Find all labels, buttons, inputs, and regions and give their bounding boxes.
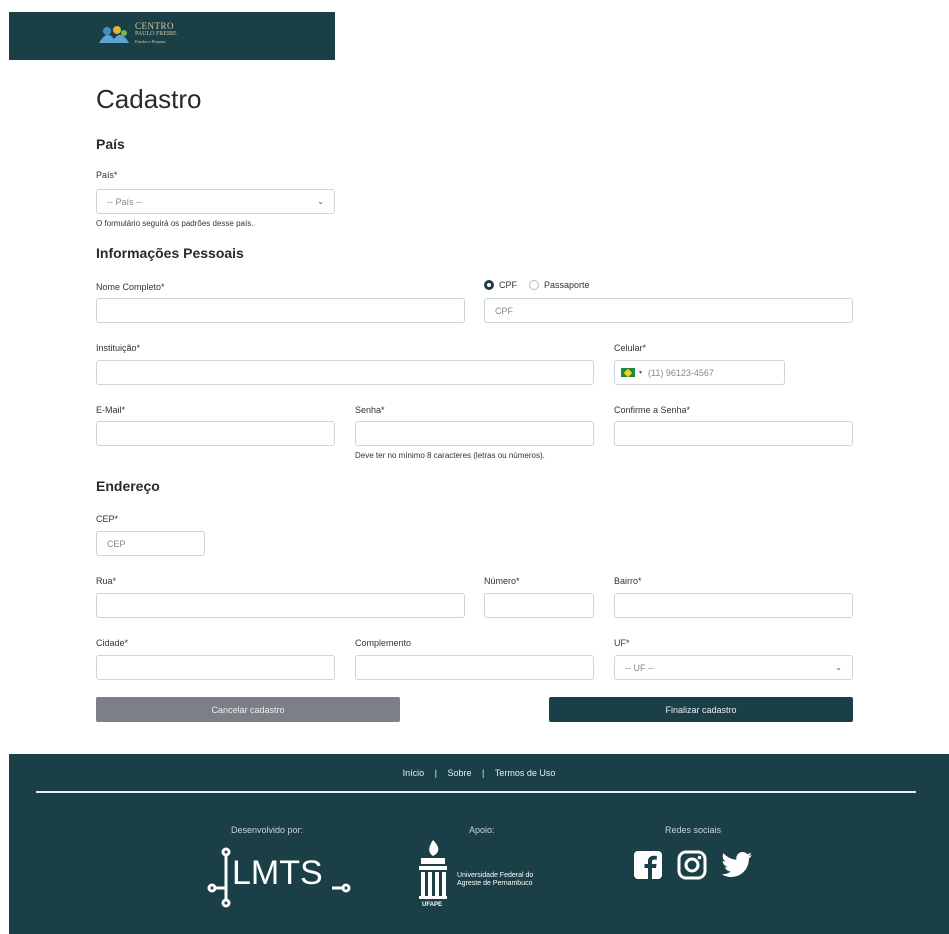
password-hint: Deve ter no mínimo 8 caracteres (letras … (355, 451, 545, 460)
street-label: Rua* (96, 576, 117, 586)
section-title-country: País (96, 136, 125, 152)
twitter-icon[interactable] (721, 851, 753, 879)
state-select-value: -- UF -- (625, 662, 654, 673)
ufape-logo[interactable]: UFAPE Universidade Federal do Agreste de… (413, 838, 553, 908)
instagram-icon[interactable] (677, 850, 707, 880)
number-label: Número* (484, 576, 520, 586)
cep-label: CEP* (96, 514, 119, 524)
footer-link-home[interactable]: Início (403, 768, 425, 778)
radio-passport[interactable] (529, 280, 539, 290)
city-label: Cidade* (96, 638, 129, 648)
page-title: Cadastro (96, 84, 202, 114)
section-title-personal: Informações Pessoais (96, 245, 244, 261)
email-input[interactable] (96, 421, 335, 446)
footer-separator: | (482, 768, 485, 778)
footer: Início | Sobre | Termos de Uso Desenvolv… (9, 754, 949, 934)
country-hint: O formulário seguirá os padrões desse pa… (96, 219, 254, 228)
district-input[interactable] (614, 593, 853, 618)
facebook-icon[interactable] (633, 850, 663, 880)
centro-paulo-freire-logo[interactable]: CENTRO PAULO FREIRE Estudos e Pesquisa (97, 22, 177, 46)
finish-registration-button[interactable]: Finalizar cadastro (549, 697, 853, 722)
radio-passport-label[interactable]: Passaporte (544, 280, 590, 290)
support-label: Apoio: (469, 825, 495, 835)
brazil-flag-icon[interactable] (621, 368, 635, 377)
logo-line3: Estudos e Pesquisa (135, 39, 166, 44)
email-label: E-Mail* (96, 405, 126, 415)
street-input[interactable] (96, 593, 465, 618)
institution-label: Instituição* (96, 343, 141, 353)
full-name-label: Nome Completo* (96, 282, 165, 292)
lmts-logo-text: LMTS (232, 854, 323, 892)
cpf-input-placeholder: CPF (495, 305, 513, 316)
footer-links: Início | Sobre | Termos de Uso (9, 768, 949, 778)
country-select[interactable]: -- País -- ⌄ (96, 189, 335, 214)
social-label: Redes sociais (665, 825, 722, 835)
ufape-short-text: UFAPE (422, 902, 442, 908)
social-icons (633, 850, 753, 880)
document-type-radio-group: CPF Passaporte (484, 280, 602, 290)
state-label: UF* (614, 638, 630, 648)
footer-link-about[interactable]: Sobre (447, 768, 471, 778)
footer-link-terms[interactable]: Termos de Uso (495, 768, 556, 778)
city-input[interactable] (96, 655, 335, 680)
radio-cpf[interactable] (484, 280, 494, 290)
institution-input[interactable] (96, 360, 594, 385)
password-input[interactable] (355, 421, 594, 446)
phone-input[interactable]: ▾ (11) 96123-4567 (614, 360, 785, 385)
footer-separator: | (434, 768, 437, 778)
confirm-password-label: Confirme a Senha* (614, 405, 691, 415)
complement-label: Complemento (355, 638, 412, 648)
logo-figures-icon (99, 26, 129, 43)
number-input[interactable] (484, 593, 594, 618)
password-label: Senha* (355, 405, 385, 415)
district-label: Bairro* (614, 576, 642, 586)
footer-divider (36, 791, 916, 793)
cep-input[interactable]: CEP (96, 531, 205, 556)
cpf-input[interactable]: CPF (484, 298, 853, 323)
ufape-torch-icon: UFAPE (419, 840, 447, 908)
header-bar: CENTRO PAULO FREIRE Estudos e Pesquisa (9, 12, 335, 60)
confirm-password-input[interactable] (614, 421, 853, 446)
full-name-input[interactable] (96, 298, 465, 323)
state-select[interactable]: -- UF -- ⌄ (614, 655, 853, 680)
chevron-down-icon: ⌄ (835, 663, 842, 672)
logo-line2: PAULO FREIRE (135, 31, 177, 37)
developed-by-label: Desenvolvido por: (231, 825, 304, 835)
complement-input[interactable] (355, 655, 594, 680)
radio-cpf-label[interactable]: CPF (499, 280, 517, 290)
section-title-address: Endereço (96, 478, 160, 494)
ufape-line1: Universidade Federal do (457, 872, 534, 879)
cep-input-placeholder: CEP (107, 538, 126, 549)
logo-line1: CENTRO (135, 21, 174, 31)
caret-down-icon[interactable]: ▾ (639, 369, 642, 376)
country-select-value: -- País -- (107, 196, 142, 207)
phone-input-placeholder: (11) 96123-4567 (648, 367, 714, 378)
chevron-down-icon: ⌄ (317, 197, 324, 206)
country-label: País* (96, 170, 118, 180)
lmts-logo[interactable]: LMTS (204, 844, 354, 908)
ufape-line2: Agreste de Pernambuco (457, 880, 533, 887)
cancel-registration-button[interactable]: Cancelar cadastro (96, 697, 400, 722)
phone-label: Celular* (614, 343, 647, 353)
